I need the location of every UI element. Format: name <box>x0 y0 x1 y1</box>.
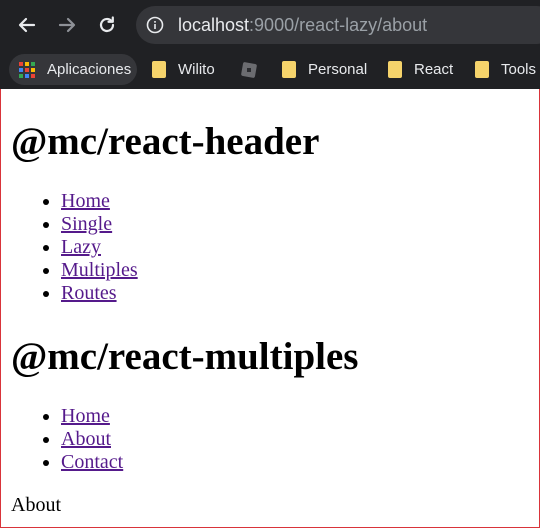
nav-item-about: About <box>61 428 123 451</box>
nav-link-home[interactable]: Home <box>61 405 110 427</box>
nav-link-contact[interactable]: Contact <box>61 451 123 473</box>
bookmark-label: Wilito <box>178 61 215 78</box>
bookmark-tools[interactable]: Tools <box>475 50 536 89</box>
apps-grid-icon <box>19 61 35 78</box>
bookmark-label: Aplicaciones <box>47 61 132 78</box>
url-path: :9000/react-lazy/about <box>249 15 428 35</box>
nav-item-home: Home <box>61 405 123 428</box>
nav-link-home[interactable]: Home <box>61 190 110 212</box>
folder-icon <box>282 61 296 78</box>
nav-link-about[interactable]: About <box>61 428 111 450</box>
bookmark-react[interactable]: React <box>388 50 453 89</box>
bookmark-label: React <box>414 61 454 78</box>
nav-link-multiples[interactable]: Multiples <box>61 259 138 281</box>
reload-button[interactable] <box>90 9 124 41</box>
header-nav: Home Single Lazy Multiples Routes <box>11 190 138 305</box>
url-text[interactable]: localhost:9000/react-lazy/about <box>178 6 427 44</box>
nav-link-lazy[interactable]: Lazy <box>61 236 101 258</box>
folder-icon <box>475 61 489 78</box>
nav-item-single: Single <box>61 213 138 236</box>
forward-button[interactable] <box>50 9 84 41</box>
bookmarks-bar: Aplicaciones Wilito Personal React Tools <box>0 50 540 89</box>
back-button[interactable] <box>10 9 44 41</box>
nav-item-routes: Routes <box>61 282 138 305</box>
page-content: @mc/react-header Home Single Lazy Multip… <box>0 89 540 528</box>
nav-item-lazy: Lazy <box>61 236 138 259</box>
header-title: @mc/react-header <box>11 120 320 163</box>
nav-item-contact: Contact <box>61 451 123 474</box>
browser-toolbar: localhost:9000/react-lazy/about <box>0 0 540 50</box>
browser-chrome: localhost:9000/react-lazy/about Aplicaci… <box>0 0 540 89</box>
folder-icon <box>388 61 402 78</box>
bookmark-personal[interactable]: Personal <box>282 50 367 89</box>
nav-link-single[interactable]: Single <box>61 213 112 235</box>
multiples-nav: Home About Contact <box>11 405 123 474</box>
info-icon[interactable] <box>146 16 164 34</box>
bookmark-label: Personal <box>308 61 368 78</box>
arrow-right-icon <box>58 17 76 33</box>
multiples-title: @mc/react-multiples <box>11 335 359 378</box>
nav-link-routes[interactable]: Routes <box>61 282 117 304</box>
bookmark-wilito[interactable]: Wilito <box>152 50 215 89</box>
nav-item-multiples: Multiples <box>61 259 138 282</box>
route-content-text: About <box>11 494 61 516</box>
nav-item-home: Home <box>61 190 138 213</box>
bookmark-label: Tools <box>501 61 537 78</box>
bookmark-aplicaciones[interactable]: Aplicaciones <box>19 50 131 89</box>
bookmark-site[interactable] <box>240 50 258 89</box>
address-bar[interactable]: localhost:9000/react-lazy/about <box>136 6 540 44</box>
folder-icon <box>152 61 166 78</box>
reload-icon <box>99 16 115 33</box>
url-host: localhost <box>178 15 250 35</box>
arrow-left-icon <box>18 17 36 33</box>
site-favicon-icon <box>240 61 258 79</box>
